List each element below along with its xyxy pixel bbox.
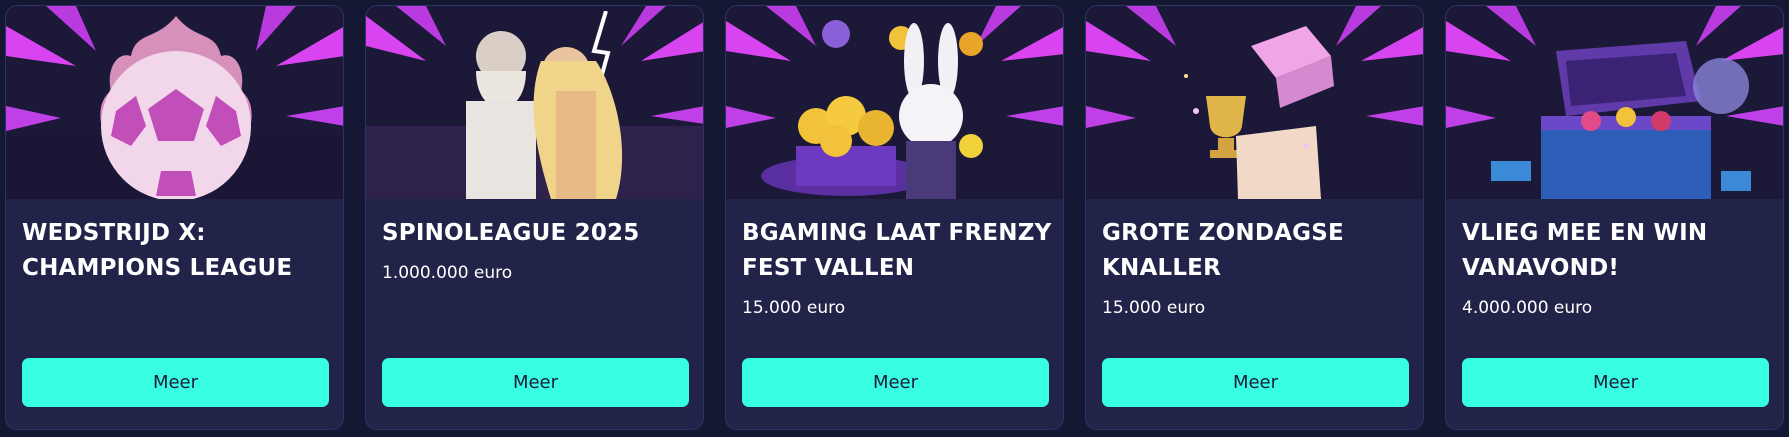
promo-card-zondagse-knaller: GROTE ZONDAGSE KNALLER 15.000 euro Meer: [1085, 5, 1424, 430]
promotions-row: WEDSTRIJD X: CHAMPIONS LEAGUE Meer SPINO…: [0, 0, 1789, 437]
trophy-gift-box-icon: [1184, 26, 1334, 199]
promo-banner: [1446, 6, 1783, 199]
promo-amount: 4.000.000 euro: [1462, 298, 1593, 318]
treasure-chest-icon: [1491, 41, 1751, 199]
meer-button[interactable]: Meer: [1102, 358, 1409, 407]
promo-banner: [726, 6, 1063, 199]
promo-title: GROTE ZONDAGSE KNALLER: [1102, 220, 1344, 281]
flaming-football-icon: [100, 16, 252, 199]
promo-title: VLIEG MEE EN WIN VANAVOND!: [1462, 220, 1708, 281]
meer-button[interactable]: Meer: [22, 358, 329, 407]
promo-amount: 15.000 euro: [742, 298, 846, 318]
promo-banner: [6, 6, 343, 199]
promo-banner: [366, 6, 703, 199]
promo-card-vlieg-mee: VLIEG MEE EN WIN VANAVOND! 4.000.000 eur…: [1445, 5, 1784, 430]
promo-title: WEDSTRIJD X: CHAMPIONS LEAGUE: [22, 220, 293, 281]
promo-amount: 15.000 euro: [1102, 298, 1206, 318]
promo-banner: [1086, 6, 1423, 199]
meer-button[interactable]: Meer: [742, 358, 1049, 407]
promo-title: BGAMING LAAT FRENZY FEST VALLEN: [742, 220, 1052, 281]
promo-title: SPINOLEAGUE 2025: [382, 220, 640, 246]
promo-amount: 1.000.000 euro: [382, 263, 513, 283]
promo-card-champions-league: WEDSTRIJD X: CHAMPIONS LEAGUE Meer: [5, 5, 344, 430]
rabbit-with-coins-icon: [761, 20, 983, 199]
meer-button[interactable]: Meer: [1462, 358, 1769, 407]
zeus-and-goddess-icon: [466, 11, 623, 199]
promo-card-spinoleague: SPINOLEAGUE 2025 1.000.000 euro Meer: [365, 5, 704, 430]
meer-button[interactable]: Meer: [382, 358, 689, 407]
promo-card-frenzy-fest: BGAMING LAAT FRENZY FEST VALLEN 15.000 e…: [725, 5, 1064, 430]
